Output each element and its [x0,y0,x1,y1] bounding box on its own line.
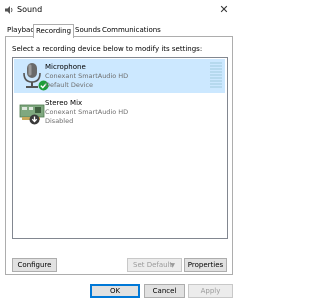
device-item-stereo-mix[interactable]: Stereo Mix Conexant SmartAudio HD Disabl… [14,95,225,129]
ok-button[interactable]: OK [90,284,140,298]
device-status: Default Device [45,81,94,89]
device-name: Stereo Mix [45,99,83,107]
properties-button[interactable]: Properties [184,258,227,272]
set-default-label: Set Default [133,261,173,269]
device-driver: Conexant SmartAudio HD [45,108,129,116]
chevron-down-icon: ▼ [170,262,175,269]
set-default-button[interactable]: Set Default ▼ [127,258,182,272]
device-driver: Conexant SmartAudio HD [45,72,129,80]
device-status: Disabled [45,117,74,125]
window-title: Sound [17,5,43,14]
disabled-arrow-icon [29,114,40,125]
level-meter [210,62,222,90]
device-name: Microphone [45,63,86,71]
instruction-text: Select a recording device below to modif… [12,45,203,53]
device-list[interactable]: Microphone Conexant SmartAudio HD Defaul… [12,57,228,239]
tab-communications[interactable]: Communications [100,25,163,36]
tab-sounds[interactable]: Sounds [73,25,103,36]
configure-button[interactable]: Configure [12,258,57,272]
device-item-microphone[interactable]: Microphone Conexant SmartAudio HD Defaul… [14,59,225,93]
close-button[interactable]: ✕ [216,3,232,17]
recording-panel: Select a recording device below to modif… [5,36,233,275]
tab-recording[interactable]: Recording [33,24,75,38]
cancel-button[interactable]: Cancel [144,284,185,298]
title-bar: Sound ✕ [0,0,238,20]
apply-button[interactable]: Apply [188,284,233,298]
speaker-icon [5,6,13,14]
